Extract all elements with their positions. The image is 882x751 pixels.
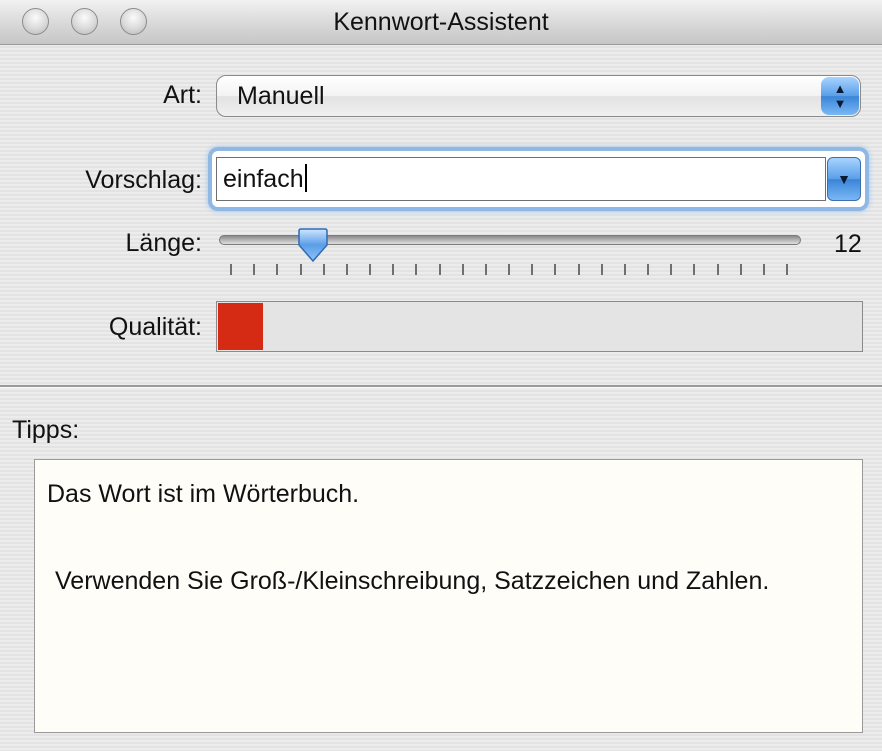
slider-tick	[462, 264, 464, 275]
suggestion-combo-box[interactable]: einfach ▼	[212, 151, 865, 207]
title-bar[interactable]: Kennwort-Assistent	[0, 0, 882, 45]
length-value: 12	[834, 230, 862, 258]
section-divider	[0, 385, 882, 388]
tips-text-area[interactable]: Das Wort ist im Wörterbuch. Verwenden Si…	[34, 459, 863, 733]
slider-tick	[578, 264, 580, 275]
updown-arrows-icon: ▲ ▼	[821, 77, 859, 115]
slider-tick	[346, 264, 348, 275]
slider-tick	[786, 264, 788, 275]
slider-tick	[647, 264, 649, 275]
slider-tick	[230, 264, 232, 275]
slider-tick	[439, 264, 441, 275]
tip-line: Das Wort ist im Wörterbuch.	[47, 480, 360, 508]
length-slider-ticks	[230, 264, 788, 276]
slider-tick	[763, 264, 765, 275]
suggestion-label: Vorschlag:	[85, 166, 202, 194]
slider-tick	[369, 264, 371, 275]
slider-tick	[601, 264, 603, 275]
slider-tick	[740, 264, 742, 275]
password-assistant-window: Kennwort-Assistent Art: Manuell ▲ ▼ Vorsc…	[0, 0, 882, 751]
slider-tick	[392, 264, 394, 275]
slider-tick	[323, 264, 325, 275]
tips-label: Tipps:	[12, 416, 80, 444]
slider-tick	[276, 264, 278, 275]
length-slider-knob[interactable]	[295, 227, 331, 265]
suggestion-input[interactable]: einfach	[216, 157, 826, 201]
window-title: Kennwort-Assistent	[333, 8, 549, 36]
slider-tick	[415, 264, 417, 275]
type-popup-value: Manuell	[237, 82, 325, 110]
slider-tick	[508, 264, 510, 275]
slider-tick	[253, 264, 255, 275]
chevron-down-icon: ▼	[837, 171, 851, 187]
type-popup[interactable]: Manuell ▲ ▼	[216, 75, 861, 117]
slider-tick	[300, 264, 302, 275]
slider-tick	[531, 264, 533, 275]
combo-dropdown-button[interactable]: ▼	[827, 157, 861, 201]
quality-meter	[216, 301, 863, 352]
quality-label: Qualität:	[108, 313, 202, 341]
slider-tick	[624, 264, 626, 275]
slider-tick	[554, 264, 556, 275]
suggestion-input-text: einfach	[223, 165, 307, 193]
slider-tick	[670, 264, 672, 275]
tip-line: Verwenden Sie Groß-/Kleinschreibung, Sat…	[55, 567, 770, 595]
length-label: Länge:	[125, 229, 202, 257]
quality-meter-fill	[218, 303, 263, 350]
slider-tick	[693, 264, 695, 275]
type-label: Art:	[163, 81, 202, 109]
slider-tick	[717, 264, 719, 275]
slider-tick	[485, 264, 487, 275]
